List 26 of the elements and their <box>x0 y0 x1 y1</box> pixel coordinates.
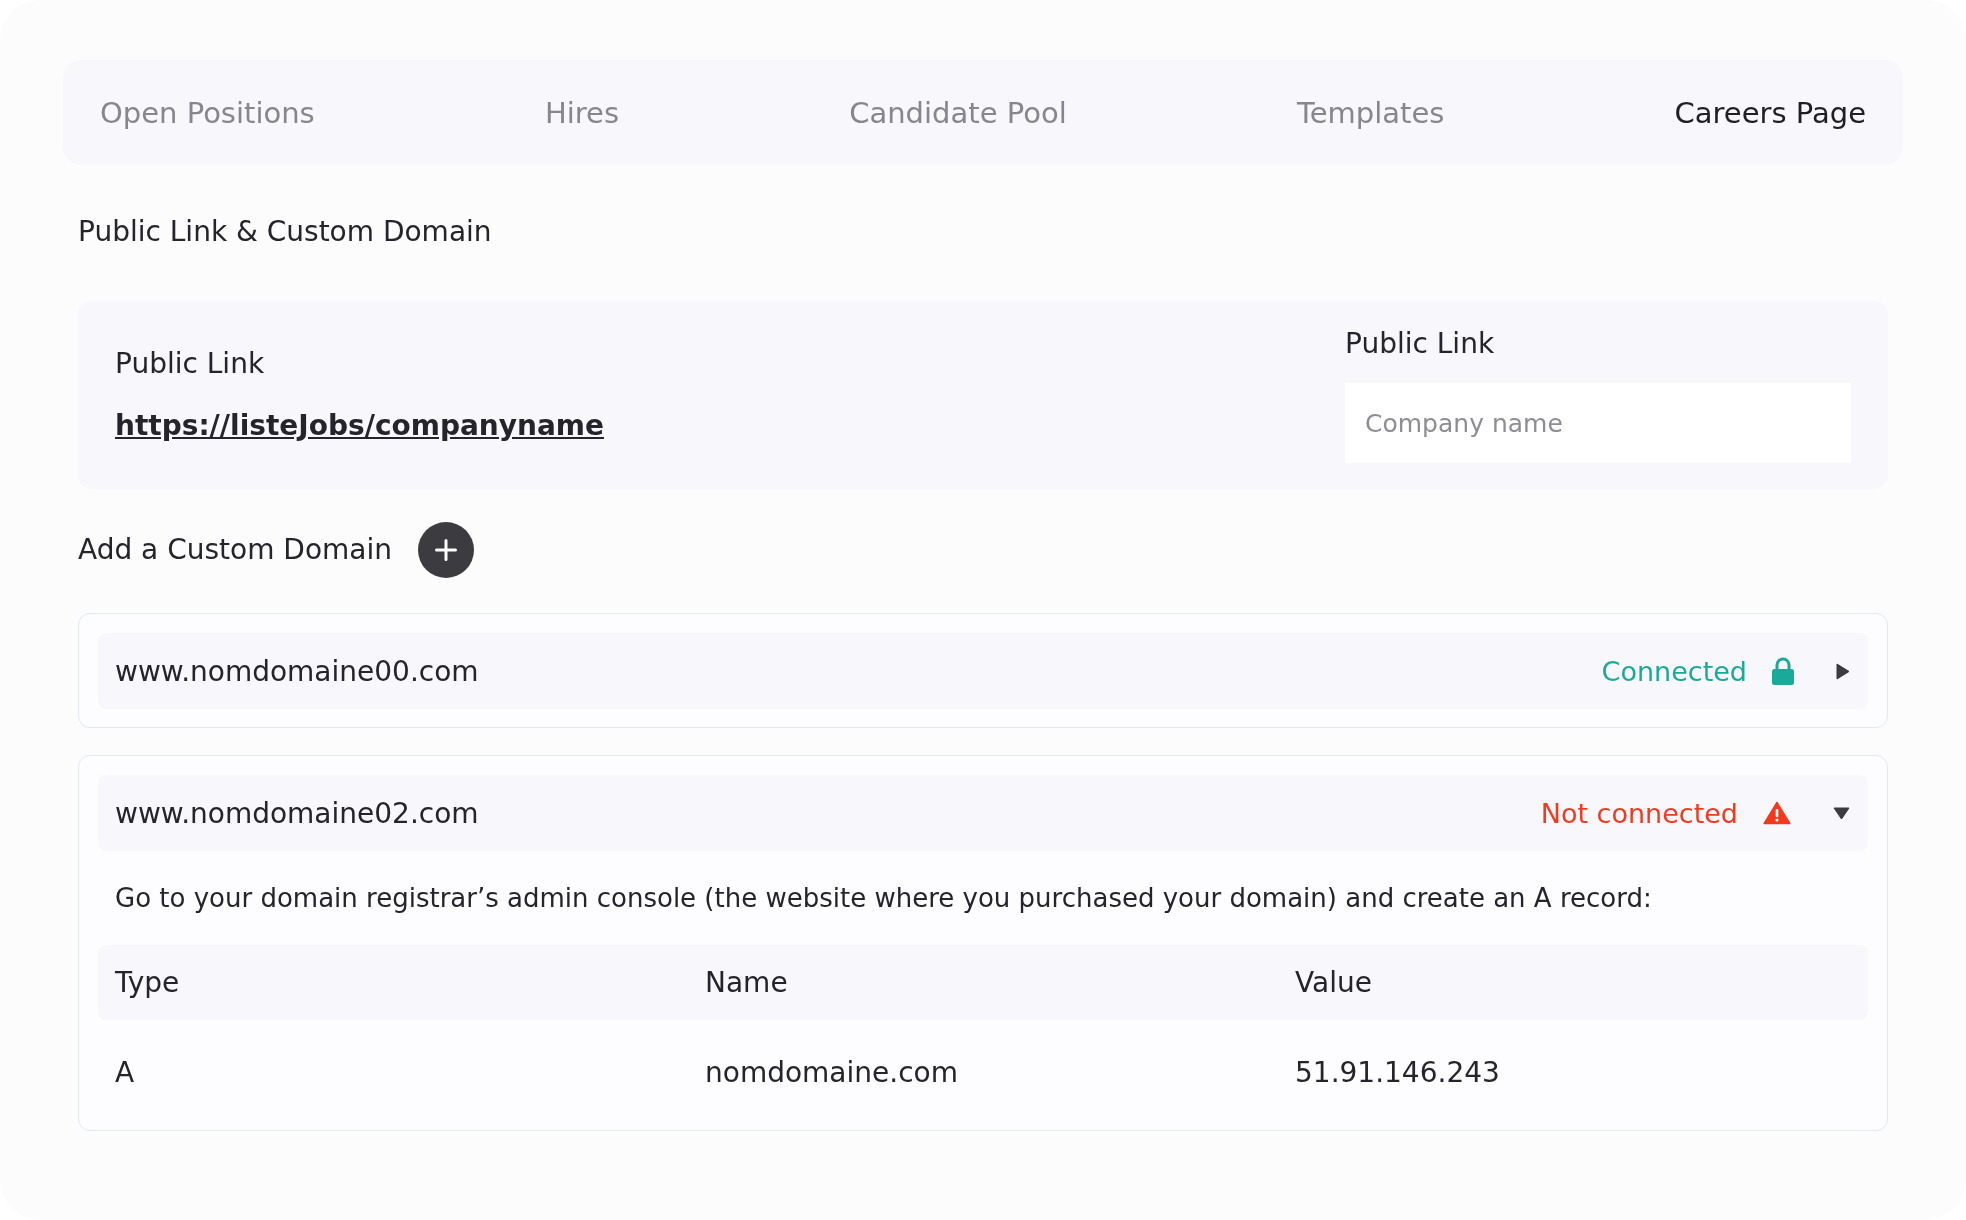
public-link-url[interactable]: https://listeJobs/companyname <box>115 409 604 443</box>
add-domain-button[interactable] <box>418 522 474 578</box>
warning-icon <box>1763 801 1791 825</box>
padlock-icon <box>1772 657 1794 685</box>
status-label: Connected <box>1601 655 1747 687</box>
caret-down-icon[interactable] <box>1833 806 1850 820</box>
column-header: Name <box>705 966 788 999</box>
plus-icon <box>435 539 457 561</box>
tab[interactable]: Careers Page <box>1674 95 1866 130</box>
domain-name: www.nomdomaine02.com <box>115 796 480 830</box>
add-domain-title: Add a Custom Domain <box>78 533 392 567</box>
instructions-text: Go to your domain registrar’s admin console (the website where you purchased your domain) and create an A record: <box>114 882 1653 914</box>
domain-header[interactable]: www.nomdomaine00.com Connected <box>98 633 1868 709</box>
status-label: Not connected <box>1540 797 1738 829</box>
domain-header[interactable]: www.nomdomaine02.com Not connected <box>98 775 1868 851</box>
public-link-label: Public Link <box>115 347 265 381</box>
domain-name: www.nomdomaine00.com <box>115 654 480 688</box>
section-title: Public Link & Custom Domain <box>78 215 493 249</box>
column-header: Value <box>1295 966 1372 999</box>
field-label: Public Link <box>1345 327 1495 361</box>
column-header: Type <box>115 966 180 999</box>
caret-right-icon[interactable] <box>1836 662 1850 680</box>
table-cell: A <box>115 1055 135 1089</box>
company-name-field[interactable]: Company name <box>1345 383 1851 463</box>
table-cell: nomdomaine.com <box>705 1055 958 1089</box>
table-cell: 51.91.146.243 <box>1295 1055 1500 1089</box>
